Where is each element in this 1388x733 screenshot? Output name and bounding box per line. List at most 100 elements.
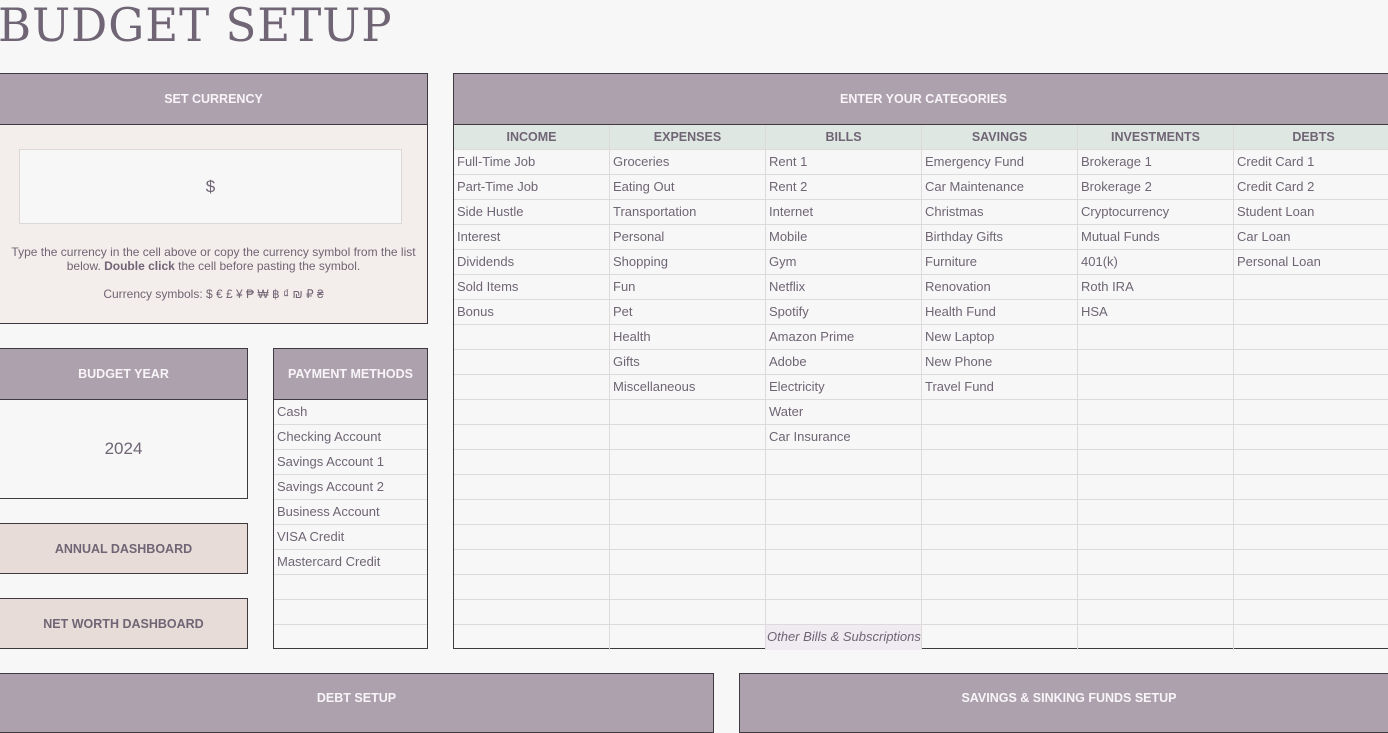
- payment-method-cell[interactable]: [274, 575, 427, 600]
- category-cell-investments[interactable]: [1078, 575, 1234, 600]
- category-cell-expenses[interactable]: [610, 500, 766, 525]
- category-cell-bills[interactable]: Adobe: [766, 350, 922, 375]
- category-cell-investments[interactable]: [1078, 550, 1234, 575]
- category-cell-bills[interactable]: [766, 575, 922, 600]
- budget-year-input[interactable]: 2024: [0, 400, 247, 498]
- category-cell-debts[interactable]: [1234, 425, 1388, 450]
- category-cell-bills[interactable]: Spotify: [766, 300, 922, 325]
- category-cell-investments[interactable]: [1078, 325, 1234, 350]
- payment-method-cell[interactable]: [274, 625, 427, 650]
- category-cell-investments[interactable]: [1078, 425, 1234, 450]
- category-cell-savings[interactable]: Furniture: [922, 250, 1078, 275]
- category-cell-expenses[interactable]: Pet: [610, 300, 766, 325]
- category-cell-income[interactable]: Bonus: [454, 300, 610, 325]
- category-cell-savings[interactable]: New Phone: [922, 350, 1078, 375]
- category-cell-debts[interactable]: [1234, 275, 1388, 300]
- category-cell-expenses[interactable]: [610, 400, 766, 425]
- category-cell-investments[interactable]: [1078, 500, 1234, 525]
- category-cell-savings[interactable]: Birthday Gifts: [922, 225, 1078, 250]
- payment-method-cell[interactable]: [274, 600, 427, 625]
- category-cell-expenses[interactable]: [610, 600, 766, 625]
- category-cell-debts[interactable]: [1234, 450, 1388, 475]
- category-cell-expenses[interactable]: [610, 525, 766, 550]
- category-cell-savings[interactable]: [922, 500, 1078, 525]
- category-cell-expenses[interactable]: [610, 425, 766, 450]
- category-cell-bills[interactable]: Electricity: [766, 375, 922, 400]
- category-cell-savings[interactable]: Car Maintenance: [922, 175, 1078, 200]
- category-cell-income[interactable]: [454, 600, 610, 625]
- category-cell-expenses[interactable]: [610, 450, 766, 475]
- category-cell-income[interactable]: Full-Time Job: [454, 150, 610, 175]
- net-worth-dashboard-button[interactable]: NET WORTH DASHBOARD: [0, 598, 248, 649]
- category-cell-bills[interactable]: Car Insurance: [766, 425, 922, 450]
- category-cell-investments[interactable]: Cryptocurrency: [1078, 200, 1234, 225]
- category-cell-bills[interactable]: [766, 450, 922, 475]
- payment-method-cell[interactable]: Mastercard Credit: [274, 550, 427, 575]
- category-cell-savings[interactable]: [922, 525, 1078, 550]
- category-cell-investments[interactable]: [1078, 450, 1234, 475]
- category-cell-debts[interactable]: [1234, 575, 1388, 600]
- payment-method-cell[interactable]: Savings Account 1: [274, 450, 427, 475]
- category-cell-expenses[interactable]: Eating Out: [610, 175, 766, 200]
- payment-method-cell[interactable]: VISA Credit: [274, 525, 427, 550]
- category-cell-savings[interactable]: [922, 425, 1078, 450]
- category-cell-expenses[interactable]: Fun: [610, 275, 766, 300]
- category-cell-bills[interactable]: Water: [766, 400, 922, 425]
- category-cell-expenses[interactable]: [610, 575, 766, 600]
- category-cell-income[interactable]: Side Hustle: [454, 200, 610, 225]
- category-cell-bills[interactable]: Rent 2: [766, 175, 922, 200]
- category-cell-expenses[interactable]: Transportation: [610, 200, 766, 225]
- category-cell-expenses[interactable]: Groceries: [610, 150, 766, 175]
- category-cell-expenses[interactable]: Personal: [610, 225, 766, 250]
- category-cell-savings[interactable]: [922, 400, 1078, 425]
- payment-method-cell[interactable]: Savings Account 2: [274, 475, 427, 500]
- category-cell-debts[interactable]: [1234, 375, 1388, 400]
- category-cell-expenses[interactable]: Gifts: [610, 350, 766, 375]
- category-cell-income[interactable]: Sold Items: [454, 275, 610, 300]
- category-cell-income[interactable]: Dividends: [454, 250, 610, 275]
- category-cell-investments[interactable]: [1078, 400, 1234, 425]
- category-cell-debts[interactable]: [1234, 300, 1388, 325]
- category-cell-expenses[interactable]: Shopping: [610, 250, 766, 275]
- category-cell-debts[interactable]: [1234, 350, 1388, 375]
- category-cell-income[interactable]: Interest: [454, 225, 610, 250]
- category-cell-debts[interactable]: [1234, 475, 1388, 500]
- category-cell-bills[interactable]: [766, 600, 922, 625]
- payment-method-cell[interactable]: Checking Account: [274, 425, 427, 450]
- category-cell-investments[interactable]: [1078, 375, 1234, 400]
- category-cell-bills[interactable]: [766, 500, 922, 525]
- category-cell-bills[interactable]: Mobile: [766, 225, 922, 250]
- category-cell-income[interactable]: [454, 625, 610, 650]
- category-cell-investments[interactable]: Roth IRA: [1078, 275, 1234, 300]
- category-cell-investments[interactable]: Mutual Funds: [1078, 225, 1234, 250]
- category-cell-debts[interactable]: [1234, 525, 1388, 550]
- category-cell-bills[interactable]: Amazon Prime: [766, 325, 922, 350]
- category-cell-income[interactable]: [454, 450, 610, 475]
- category-cell-investments[interactable]: [1078, 525, 1234, 550]
- category-cell-savings[interactable]: [922, 575, 1078, 600]
- category-cell-bills[interactable]: [766, 475, 922, 500]
- other-bills-cell[interactable]: Other Bills & Subscriptions: [766, 625, 922, 650]
- category-cell-bills[interactable]: Gym: [766, 250, 922, 275]
- category-cell-bills[interactable]: [766, 525, 922, 550]
- category-cell-income[interactable]: [454, 350, 610, 375]
- category-cell-income[interactable]: [454, 475, 610, 500]
- category-cell-expenses[interactable]: [610, 625, 766, 650]
- category-cell-investments[interactable]: [1078, 350, 1234, 375]
- category-cell-bills[interactable]: [766, 550, 922, 575]
- annual-dashboard-button[interactable]: ANNUAL DASHBOARD: [0, 523, 248, 574]
- category-cell-debts[interactable]: [1234, 500, 1388, 525]
- category-cell-investments[interactable]: [1078, 475, 1234, 500]
- category-cell-debts[interactable]: Student Loan: [1234, 200, 1388, 225]
- payment-method-cell[interactable]: Business Account: [274, 500, 427, 525]
- category-cell-debts[interactable]: Credit Card 1: [1234, 150, 1388, 175]
- category-cell-debts[interactable]: Personal Loan: [1234, 250, 1388, 275]
- category-cell-debts[interactable]: [1234, 400, 1388, 425]
- category-cell-bills[interactable]: Rent 1: [766, 150, 922, 175]
- category-cell-income[interactable]: Part-Time Job: [454, 175, 610, 200]
- category-cell-expenses[interactable]: [610, 475, 766, 500]
- category-cell-savings[interactable]: [922, 475, 1078, 500]
- category-cell-income[interactable]: [454, 550, 610, 575]
- category-cell-income[interactable]: [454, 425, 610, 450]
- category-cell-investments[interactable]: 401(k): [1078, 250, 1234, 275]
